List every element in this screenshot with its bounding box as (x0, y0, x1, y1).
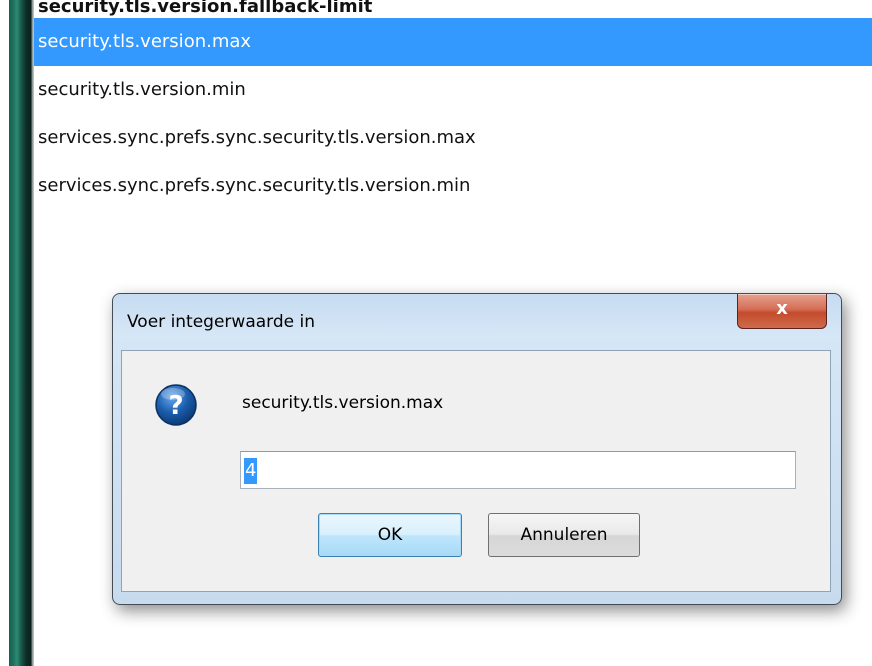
integer-value-dialog: Voer integerwaarde in x ? security.tls.v… (112, 293, 842, 605)
pref-row-sync-tls-max[interactable]: services.sync.prefs.sync.security.tls.ve… (34, 114, 872, 162)
close-button[interactable]: x (737, 294, 827, 329)
pref-row-sync-tls-min[interactable]: services.sync.prefs.sync.security.tls.ve… (34, 162, 872, 210)
question-icon: ? (155, 384, 197, 426)
integer-value-input[interactable]: 4 (240, 451, 796, 489)
pref-row-tls-min[interactable]: security.tls.version.min (34, 66, 872, 114)
ok-button[interactable]: OK (318, 513, 462, 557)
dialog-body: ? security.tls.version.max 4 OK Annulere… (121, 350, 831, 592)
preferences-list: security.tls.version.fallback-limit secu… (34, 0, 872, 210)
svg-text:?: ? (168, 391, 183, 421)
screen: security.tls.version.fallback-limit secu… (0, 0, 872, 666)
pref-row-tls-max[interactable]: security.tls.version.max (34, 18, 872, 66)
dialog-title: Voer integerwaarde in (127, 312, 316, 332)
cancel-button[interactable]: Annuleren (488, 513, 640, 557)
input-selected-text: 4 (244, 458, 258, 484)
window-frame-edge (0, 0, 34, 666)
dialog-message: security.tls.version.max (242, 393, 444, 413)
pref-row-fallback-limit[interactable]: security.tls.version.fallback-limit (34, 0, 872, 18)
close-icon: x (776, 298, 788, 319)
